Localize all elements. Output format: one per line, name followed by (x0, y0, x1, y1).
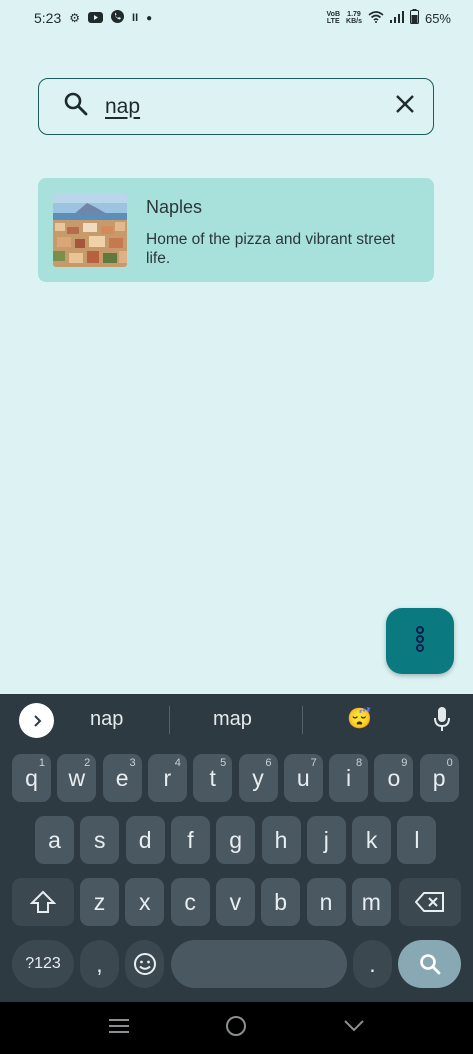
key-label: r (163, 764, 172, 791)
key-n[interactable]: n (306, 878, 346, 926)
key-hint-number: 0 (446, 757, 453, 769)
home-icon[interactable] (225, 1015, 247, 1042)
key-hint-number: 5 (220, 757, 227, 769)
key-r[interactable]: r4 (147, 754, 187, 802)
key-label: p (432, 764, 446, 791)
key-m[interactable]: m (351, 878, 391, 926)
shift-icon (30, 890, 56, 913)
navigation-bar (0, 1002, 473, 1054)
keyboard-expand-button[interactable] (19, 703, 54, 738)
space-key[interactable] (171, 940, 347, 988)
search-input[interactable]: nap (105, 95, 393, 119)
smiley-icon (133, 953, 156, 975)
key-label: w (68, 764, 86, 791)
key-z[interactable]: z (80, 878, 119, 926)
status-bar: 5:23 ⚙ II ● VoB LTE 1.79 KB/s 65% (0, 0, 473, 36)
suggestion-divider (302, 706, 303, 734)
more-options-button[interactable] (386, 608, 454, 674)
key-label: q (25, 764, 38, 791)
key-label: u (296, 764, 310, 791)
suggestion-divider (169, 706, 170, 734)
suggestion-2[interactable]: map (213, 708, 252, 731)
shift-key[interactable] (12, 878, 74, 926)
key-label: y (252, 764, 264, 791)
key-hint-number: 1 (38, 757, 45, 769)
backspace-key[interactable] (399, 878, 461, 926)
key-a[interactable]: a (35, 816, 74, 864)
result-description: Home of the pizza and vibrant street lif… (146, 231, 395, 267)
key-s[interactable]: s (80, 816, 120, 864)
key-hint-number: 7 (310, 757, 317, 769)
chevron-right-icon (33, 714, 41, 727)
key-label: o (387, 764, 401, 791)
settings-icon: ⚙ (69, 11, 81, 25)
key-u[interactable]: u7 (283, 754, 323, 802)
battery-icon (409, 9, 419, 27)
symbols-key[interactable]: ?123 (12, 940, 74, 988)
result-card-naples[interactable]: Naples Home of the pizza and vibrant str… (38, 178, 434, 282)
key-h[interactable]: h (261, 816, 301, 864)
key-k[interactable]: k (352, 816, 392, 864)
wifi-icon (368, 10, 384, 26)
search-icon (63, 91, 89, 122)
key-p[interactable]: p0 (419, 754, 459, 802)
key-hint-number: 8 (355, 757, 363, 769)
pause-icon: II (132, 12, 139, 24)
key-f[interactable]: f (170, 816, 210, 864)
key-hint-number: 6 (265, 757, 272, 769)
more-vert-icon (415, 625, 425, 658)
key-v[interactable]: v (215, 878, 255, 926)
key-b[interactable]: b (261, 878, 301, 926)
key-hint-number: 3 (129, 757, 136, 769)
signal-icon (389, 10, 404, 26)
key-hint-number: 9 (401, 757, 408, 769)
key-label: t (209, 764, 216, 791)
search-icon (419, 954, 440, 975)
key-l[interactable]: l (397, 816, 437, 864)
key-d[interactable]: d (125, 816, 165, 864)
back-icon[interactable] (343, 1019, 365, 1038)
key-t[interactable]: t5 (193, 754, 233, 802)
key-q[interactable]: q1 (12, 754, 51, 802)
suggestion-strip: nap map 😴 (0, 694, 473, 746)
key-x[interactable]: x (125, 878, 165, 926)
suggestion-1[interactable]: nap (90, 708, 123, 731)
microphone-icon[interactable] (433, 706, 451, 737)
network-type: VoB LTE (326, 11, 341, 25)
key-hint-number: 4 (174, 757, 181, 769)
key-j[interactable]: j (306, 816, 346, 864)
key-o[interactable]: o9 (374, 754, 414, 802)
soft-keyboard: nap map 😴 ?123 , . q1w2e3r4t5y6u7i8o9p0a… (0, 694, 473, 1002)
recent-apps-icon[interactable] (108, 1018, 130, 1039)
key-w[interactable]: w2 (57, 754, 97, 802)
key-hint-number: 2 (84, 757, 91, 769)
comma-key[interactable]: , (80, 940, 119, 988)
key-c[interactable]: c (170, 878, 210, 926)
suggestion-emoji[interactable]: 😴 (347, 706, 372, 731)
naples-thumbnail (53, 193, 127, 267)
key-i[interactable]: i8 (329, 754, 369, 802)
close-icon[interactable] (393, 92, 417, 121)
key-y[interactable]: y6 (238, 754, 278, 802)
network-speed: 1.79 KB/s (346, 11, 362, 25)
search-field[interactable]: nap (38, 78, 434, 135)
phone-icon (111, 10, 125, 26)
period-key[interactable]: . (353, 940, 392, 988)
key-e[interactable]: e3 (102, 754, 142, 802)
clock: 5:23 (34, 10, 62, 26)
key-g[interactable]: g (216, 816, 256, 864)
key-label: e (115, 764, 129, 791)
key-label: i (346, 764, 352, 791)
backspace-icon (415, 892, 444, 912)
battery-percent: 65% (424, 10, 451, 26)
youtube-icon (88, 10, 104, 26)
emoji-key[interactable] (125, 940, 164, 988)
notification-dot-icon: ● (146, 12, 153, 24)
result-title: Naples (146, 197, 203, 217)
search-action-key[interactable] (398, 940, 461, 988)
